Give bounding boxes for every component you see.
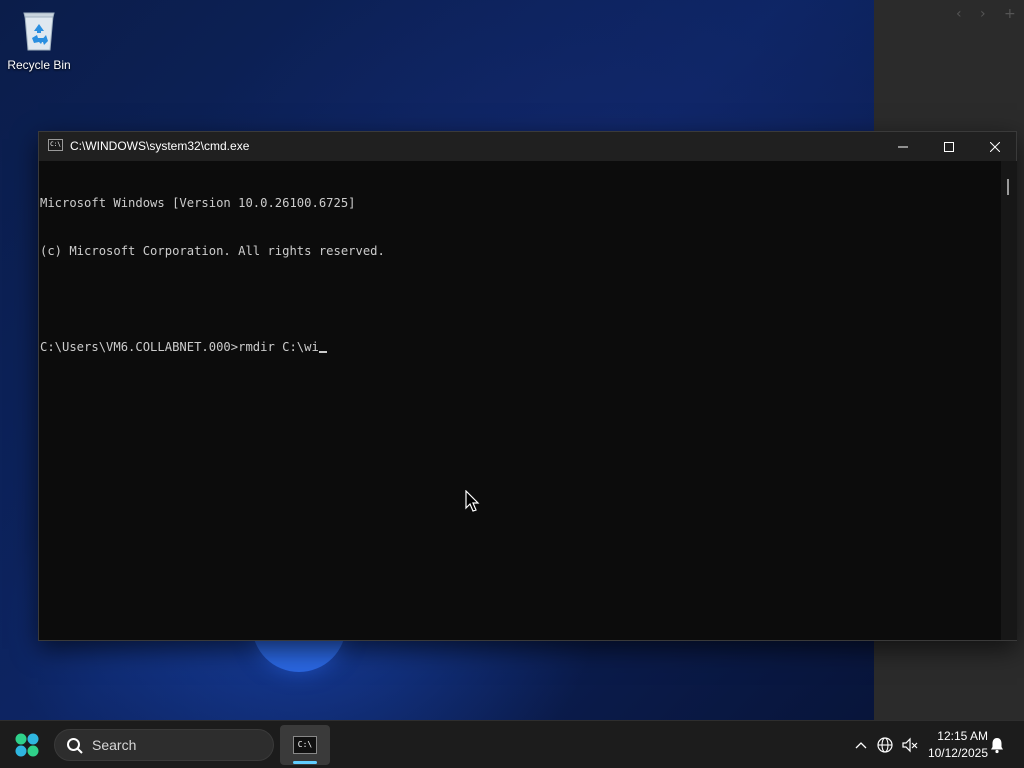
cmd-app-icon: C:\ [48,139,63,151]
window-title: C:\WINDOWS\system32\cmd.exe [70,139,250,153]
chevron-left-icon[interactable]: ‹ [956,6,962,22]
notifications-button[interactable] [987,721,1007,768]
taskbar: Search C:\ 12:15 AM 10/12/2025 [0,720,1024,768]
prompt-line[interactable]: C:\Users\VM6.COLLABNET.000>rmdir C:\wi [40,339,1001,355]
chevron-up-icon [855,742,867,749]
scrollbar-thumb[interactable] [1007,179,1009,195]
console-output[interactable]: Microsoft Windows [Version 10.0.26100.67… [39,161,1001,640]
vertical-scrollbar[interactable] [1001,161,1017,640]
console-line: Microsoft Windows [Version 10.0.26100.67… [40,196,356,210]
clock-time: 12:15 AM [937,729,988,743]
clock-date: 10/12/2025 [927,746,988,760]
title-bar[interactable]: C:\ C:\WINDOWS\system32\cmd.exe [39,132,1016,161]
maximize-button[interactable] [926,132,972,161]
network-button[interactable] [874,721,896,768]
command-input-text[interactable]: C:\Users\VM6.COLLABNET.000>rmdir C:\wi [40,340,319,354]
recycle-bin-icon [21,8,57,52]
cmd-window[interactable]: C:\ C:\WINDOWS\system32\cmd.exe Microsof… [38,131,1017,641]
windows-start-icon [15,733,39,757]
show-hidden-icons-button[interactable] [852,721,870,768]
cmd-taskbar-icon: C:\ [293,736,317,754]
recycle-bin-label: Recycle Bin [7,58,71,72]
search-icon [67,738,83,754]
chevron-right-icon[interactable]: › [980,6,986,22]
taskbar-clock[interactable]: 12:15 AM 10/12/2025 [918,727,988,761]
search-placeholder: Search [92,737,137,753]
taskbar-app-cmd[interactable]: C:\ [280,725,330,765]
plus-icon[interactable]: + [1004,6,1016,22]
globe-icon [877,737,893,753]
volume-muted-icon [902,737,918,753]
mouse-pointer-icon [465,489,481,514]
minimize-button[interactable] [880,132,926,161]
close-icon [990,141,1000,152]
text-cursor [318,351,327,353]
minimize-icon [898,146,908,147]
close-button[interactable] [972,132,1018,161]
active-indicator [293,761,317,764]
taskbar-search-box[interactable]: Search [54,729,274,761]
bell-icon [991,738,1003,754]
console-line: (c) Microsoft Corporation. All rights re… [40,244,385,258]
maximize-icon [944,141,954,152]
recycle-bin-shortcut[interactable]: Recycle Bin [4,6,74,76]
start-button[interactable] [14,732,40,758]
